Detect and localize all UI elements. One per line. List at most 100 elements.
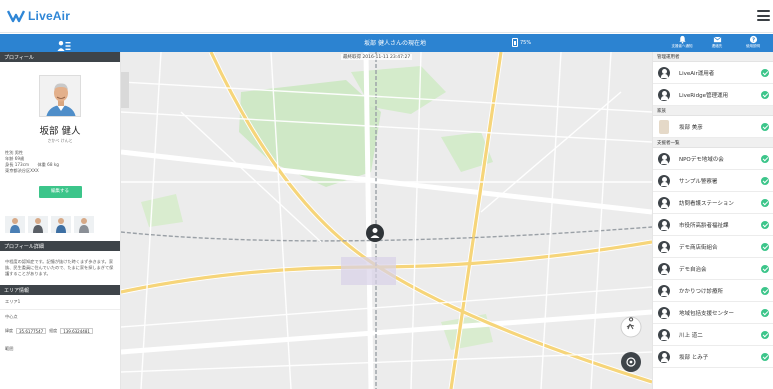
user-icon — [658, 240, 670, 253]
help-label: 使用説明 — [746, 44, 760, 48]
list-item-name: 川上 道二 — [679, 332, 703, 339]
station-area — [341, 257, 396, 285]
list-item-name: LiveRidge管理運用 — [679, 92, 728, 99]
app-root: LiveAir 坂部 健人さんの現在地 75% 支援者へ通知 連絡先 ? 使用説… — [0, 0, 773, 389]
list-item-name: 地域包括支援センター — [679, 310, 735, 317]
list-item[interactable]: 訪問看護ステーション — [653, 192, 773, 214]
center-label: 中心点 — [5, 314, 18, 319]
battery-icon — [512, 38, 518, 47]
user-icon — [658, 328, 670, 341]
check-icon — [761, 265, 769, 273]
list-item[interactable]: 市役所高齢者福祉課 — [653, 214, 773, 236]
sidebar-toggle-icon[interactable] — [57, 37, 71, 51]
person-photo-1[interactable] — [5, 216, 25, 233]
map-side-tab[interactable] — [121, 72, 129, 108]
svg-text:?: ? — [751, 37, 754, 43]
help-icon: ? — [749, 35, 757, 43]
profile-photo — [39, 75, 81, 117]
help-button[interactable]: ? 使用説明 — [734, 34, 772, 52]
area-section-header: エリア情報 — [0, 285, 120, 295]
contacts-label: 連絡先 — [711, 44, 723, 48]
list-item-name: LiveAir運用者 — [679, 70, 715, 77]
check-icon — [761, 353, 769, 361]
person-photo-3[interactable] — [51, 216, 71, 233]
list-item[interactable]: デモ自治会 — [653, 258, 773, 280]
list-item-name: 坂部 とみ子 — [679, 354, 709, 361]
lng-label: 経度 — [49, 328, 58, 333]
profile-info: 性別 男性 年齢 69歳 身長 173cm 体重 68 kg 東京都渋谷区XXX — [0, 144, 120, 174]
user-icon — [658, 218, 670, 231]
list-item-name: 訪問看護ステーション — [679, 200, 734, 207]
lat-label: 緯度 — [5, 328, 13, 333]
user-icon — [658, 196, 670, 209]
bell-icon — [678, 35, 686, 44]
user-icon — [658, 350, 670, 363]
family-photo — [659, 119, 669, 134]
detail-text: 中程度の認知症です。記憶が抜けた時くまず歩きます。家族、民生委員に住んでいたので… — [5, 259, 114, 276]
family-header: 家族 — [653, 106, 773, 116]
list-item[interactable]: 川上 道二 — [653, 324, 773, 346]
notify-label: 支援者へ通知 — [671, 44, 693, 48]
user-icon — [658, 152, 670, 165]
list-item[interactable]: デモ商店街組合 — [653, 236, 773, 258]
admins-header: 管理運用者 — [653, 52, 773, 62]
notify-supporters-button[interactable]: 支援者へ通知 — [663, 34, 701, 52]
profile-panel: プロフィール 坂部 健人 さかべ けんと 性別 男性 年齢 69歳 身長 173… — [0, 52, 121, 389]
title-bar: 坂部 健人さんの現在地 75% 支援者へ通知 連絡先 ? 使用説明 — [0, 34, 773, 52]
user-icon — [658, 262, 670, 275]
list-item-name: NPOデモ地域の会 — [679, 156, 724, 163]
list-item-name: かかりつけ診療所 — [679, 288, 724, 295]
list-item-name: デモ商店街組合 — [679, 244, 718, 251]
lng-value: 139.6324481 — [60, 328, 93, 334]
person-photo-2[interactable] — [28, 216, 48, 233]
check-icon — [761, 177, 769, 185]
lat-value: 35.6177547 — [16, 328, 47, 334]
check-icon — [761, 221, 769, 229]
coordinate-row: 緯度 35.6177547 経度 139.6324481 — [0, 324, 120, 338]
user-icon — [658, 306, 670, 319]
battery-level: 75% — [520, 39, 532, 46]
check-icon — [761, 91, 769, 99]
check-icon — [761, 331, 769, 339]
list-item[interactable]: LiveAir運用者 — [653, 62, 773, 84]
check-icon — [761, 155, 769, 163]
check-icon — [761, 243, 769, 251]
walk-mode-button[interactable] — [620, 316, 642, 338]
logo-icon — [7, 10, 25, 23]
edit-profile-button[interactable]: 編集する — [38, 186, 82, 198]
top-header: LiveAir — [0, 0, 773, 33]
list-item-name: デモ自治会 — [679, 266, 707, 273]
list-item[interactable]: 坂部 美彦 — [653, 116, 773, 138]
profile-name: 坂部 健人 — [39, 126, 81, 137]
list-item[interactable]: LiveRidge管理運用 — [653, 84, 773, 106]
user-icon — [658, 284, 670, 297]
list-item[interactable]: 地域包括支援センター — [653, 302, 773, 324]
list-item[interactable]: NPOデモ地域の会 — [653, 148, 773, 170]
person-photo-4[interactable] — [74, 216, 94, 233]
check-icon — [761, 123, 769, 131]
list-item[interactable]: サンプル警察署 — [653, 170, 773, 192]
page-title: 坂部 健人さんの現在地 — [364, 40, 426, 47]
battery-status: 75% — [512, 38, 531, 47]
supporters-header: 支援者一覧 — [653, 138, 773, 148]
user-icon — [658, 88, 670, 101]
list-item[interactable]: かかりつけ診療所 — [653, 280, 773, 302]
check-icon — [761, 309, 769, 317]
contacts-button[interactable]: 連絡先 — [698, 34, 736, 52]
list-item-name: 市役所高齢者福祉課 — [679, 222, 729, 229]
profile-section-header: プロフィール — [0, 52, 120, 62]
list-item-name: サンプル警察署 — [679, 178, 718, 185]
liveair-logo[interactable]: LiveAir — [7, 9, 70, 23]
map-view[interactable]: 最終取得 2016-11-11 23:47:27 — [121, 52, 652, 389]
hamburger-menu-icon[interactable] — [757, 10, 770, 21]
user-icon — [658, 174, 670, 187]
check-icon — [761, 69, 769, 77]
detail-section-header: プロフィール詳細 — [0, 241, 120, 251]
supporter-panel: 管理運用者 LiveAir運用者 LiveRidge管理運用 家族 坂部 美彦 … — [652, 52, 773, 389]
area-name: エリア1 — [0, 295, 120, 310]
app-name: LiveAir — [28, 9, 71, 23]
map-timestamp: 最終取得 2016-11-11 23:47:27 — [341, 54, 413, 60]
list-item[interactable]: 坂部 とみ子 — [653, 346, 773, 368]
map-canvas — [121, 52, 652, 389]
person-photos — [0, 216, 120, 233]
